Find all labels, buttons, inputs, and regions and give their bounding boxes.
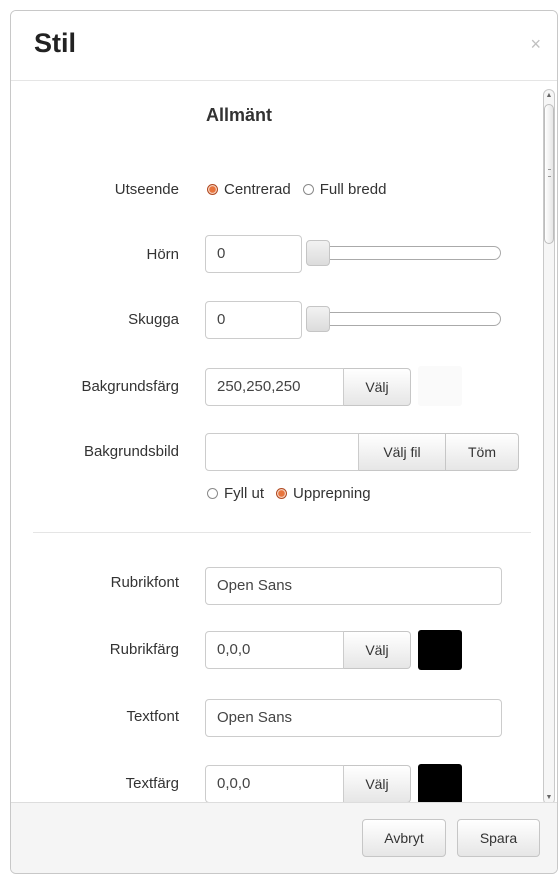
radio-repeat[interactable]: Upprepning bbox=[276, 485, 371, 502]
heading-color-choose-button[interactable]: Välj bbox=[344, 631, 411, 669]
cancel-button[interactable]: Avbryt bbox=[362, 819, 446, 857]
heading-font-input[interactable]: Open Sans bbox=[205, 567, 502, 605]
background-color-choose-button[interactable]: Välj bbox=[344, 368, 411, 406]
section-divider bbox=[33, 532, 531, 533]
radio-full-width-indicator[interactable] bbox=[302, 184, 314, 195]
text-font-label: Textfont bbox=[126, 708, 179, 725]
text-color-input[interactable]: 0,0,0 bbox=[205, 765, 344, 803]
shadow-input[interactable]: 0 bbox=[205, 301, 302, 339]
radio-centered-indicator[interactable] bbox=[207, 184, 218, 195]
text-color-label: Textfärg bbox=[125, 775, 179, 792]
shadow-label: Skugga bbox=[128, 311, 179, 328]
radio-fill-indicator[interactable] bbox=[207, 488, 218, 499]
text-color-swatch bbox=[418, 764, 462, 804]
save-button[interactable]: Spara bbox=[457, 819, 540, 857]
radio-fill-label: Fyll ut bbox=[224, 485, 265, 502]
section-title: Allmänt bbox=[206, 105, 273, 125]
dialog-footer: Avbryt Spara bbox=[11, 802, 557, 873]
radio-full-width[interactable]: Full bredd bbox=[302, 181, 387, 198]
background-image-label: Bakgrundsbild bbox=[83, 443, 179, 460]
corners-slider[interactable] bbox=[306, 240, 501, 266]
shadow-slider[interactable] bbox=[306, 306, 501, 332]
heading-color-input[interactable]: 0,0,0 bbox=[205, 631, 344, 669]
shadow-slider-handle[interactable] bbox=[306, 306, 330, 332]
background-image-input[interactable] bbox=[205, 433, 359, 471]
radio-fill[interactable]: Fyll ut bbox=[207, 485, 264, 502]
background-color-input[interactable]: 250,250,250 bbox=[205, 368, 344, 406]
radio-centered[interactable]: Centrerad bbox=[207, 181, 291, 198]
appearance-radio-group: Centrerad Full bredd bbox=[207, 181, 398, 198]
choose-file-button[interactable]: Välj fil bbox=[359, 433, 446, 471]
dialog-title: Stil bbox=[34, 28, 77, 58]
appearance-label: Utseende bbox=[114, 181, 179, 198]
corners-label: Hörn bbox=[146, 246, 179, 263]
radio-full-width-label: Full bredd bbox=[319, 181, 387, 198]
scroll-thumb[interactable] bbox=[544, 104, 554, 244]
background-color-label: Bakgrundsfärg bbox=[81, 378, 179, 395]
background-color-swatch bbox=[418, 366, 462, 406]
heading-color-label: Rubrikfärg bbox=[109, 641, 179, 658]
radio-repeat-indicator[interactable] bbox=[276, 488, 288, 499]
corners-input[interactable]: 0 bbox=[205, 235, 302, 273]
corners-slider-handle[interactable] bbox=[306, 240, 330, 266]
dialog-header: Stil × bbox=[11, 11, 557, 81]
radio-repeat-label: Upprepning bbox=[293, 485, 371, 502]
dialog-body: Allmänt Utseende Centrerad Full bredd Hö… bbox=[11, 81, 557, 805]
style-dialog: Stil × Allmänt Utseende Centrerad Full b… bbox=[10, 10, 558, 874]
heading-font-label: Rubrikfont bbox=[110, 574, 179, 591]
text-font-input[interactable]: Open Sans bbox=[205, 699, 502, 737]
text-color-choose-button[interactable]: Välj bbox=[344, 765, 411, 803]
background-image-radio-group: Fyll ut Upprepning bbox=[207, 485, 383, 502]
close-icon[interactable]: × bbox=[530, 35, 541, 53]
grip-icon bbox=[548, 169, 551, 177]
scroll-up-icon[interactable]: ▲ bbox=[544, 90, 554, 102]
body-scrollbar[interactable]: ▲ ▼ bbox=[543, 89, 555, 805]
radio-centered-label: Centrerad bbox=[224, 181, 291, 198]
clear-image-button[interactable]: Töm bbox=[446, 433, 519, 471]
heading-color-swatch bbox=[418, 630, 462, 670]
